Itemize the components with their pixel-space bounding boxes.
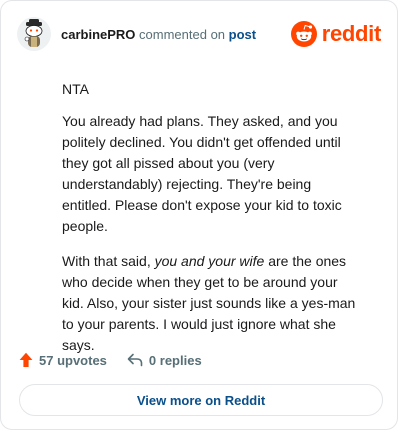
post-link[interactable]: post <box>229 27 256 42</box>
comment-emphasis: you and your wife <box>154 253 265 269</box>
view-more-button[interactable]: View more on Reddit <box>19 384 383 416</box>
user-avatar[interactable] <box>17 17 51 51</box>
comment-header: carbinePRO commented on post reddit <box>17 17 381 53</box>
comment-paragraph-3: With that said, you and your wife are th… <box>62 251 362 356</box>
upvote-count[interactable]: 57 upvotes <box>19 352 107 368</box>
reply-count[interactable]: 0 replies <box>127 353 202 368</box>
upvote-label: 57 upvotes <box>39 352 107 368</box>
upvote-arrow-icon <box>19 352 33 367</box>
reddit-comment-embed: carbinePRO commented on post reddit NTA … <box>0 0 398 430</box>
comment-meta: carbinePRO commented on post <box>61 27 256 43</box>
comment-body: NTA You already had plans. They asked, a… <box>62 79 362 370</box>
commented-on-text: commented on <box>139 27 226 42</box>
comment-footer: 57 upvotes 0 replies <box>19 349 202 371</box>
snoo-avatar-icon <box>17 17 51 51</box>
username-link[interactable]: carbinePRO <box>61 27 135 42</box>
reply-icon <box>127 353 143 367</box>
comment-paragraph-1: NTA <box>62 81 89 97</box>
reddit-logo[interactable]: reddit <box>290 20 382 48</box>
reply-label: 0 replies <box>148 352 202 368</box>
reddit-wordmark: reddit <box>321 21 382 46</box>
comment-paragraph-2: You already had plans. They asked, and y… <box>62 113 342 234</box>
reddit-alien-icon <box>290 21 317 47</box>
comment-text: With that said, <box>62 253 155 269</box>
